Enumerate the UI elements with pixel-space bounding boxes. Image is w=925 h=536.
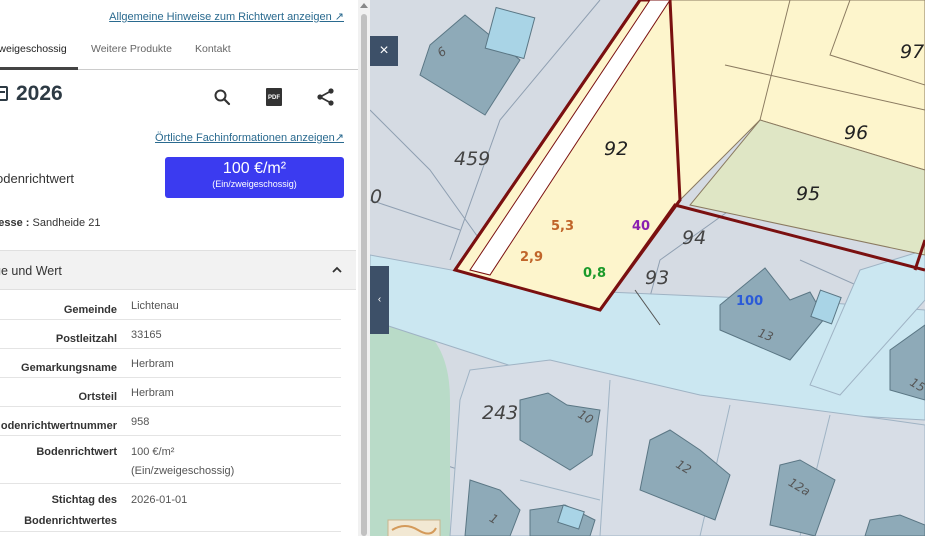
tab-kontakt[interactable]: Kontakt xyxy=(195,43,231,55)
brw-value-badge: 100 €/m² (Ein/zweigeschossig) xyxy=(165,157,344,198)
tab-zweigeschossig[interactable]: Zweigeschossig xyxy=(0,43,67,55)
section-header-lage-und-wert[interactable]: ge und Wert xyxy=(0,250,356,290)
table-row: Gemeinde Lichtenau xyxy=(0,291,341,320)
table-row: Bodenrichtwert 100 €/m² (Ein/zweigeschos… xyxy=(0,436,341,484)
parcel-label: 97 xyxy=(900,41,925,63)
row-key-line2: Bodenrichtwertes xyxy=(24,515,117,527)
row-key: Stichtag des Bodenrichtwertes xyxy=(24,490,117,532)
row-value: 33165 xyxy=(131,329,162,341)
address-label: resse : xyxy=(0,217,30,229)
tab-bar: Zweigeschossig Weitere Produkte Kontakt xyxy=(0,36,358,70)
brw-value: 100 €/m² xyxy=(222,160,287,177)
general-hints-link[interactable]: Allgemeine Hinweise zum Richtwert anzeig… xyxy=(109,10,344,23)
depth-value-label: 40 xyxy=(632,219,651,234)
parcel-label: 92 xyxy=(604,138,629,160)
map-view[interactable]: 97 96 92 95 459 94 93 243 6 0 13 10 12 1… xyxy=(370,0,925,536)
row-key: Gemarkungsname xyxy=(21,362,117,374)
pdf-button[interactable]: PDF xyxy=(263,86,285,108)
search-button[interactable] xyxy=(211,86,233,108)
brw-usage: (Ein/zweigeschossig) xyxy=(212,179,297,189)
brw-label: odenrichtwert xyxy=(0,171,75,186)
table-row: Stichtag des Bodenrichtwertes 2026-01-01 xyxy=(0,484,341,532)
sidebar-panel: Allgemeine Hinweise zum Richtwert anzeig… xyxy=(0,0,358,536)
row-value: Lichtenau xyxy=(131,300,179,312)
share-icon xyxy=(317,88,334,106)
parcel-label: 95 xyxy=(796,183,821,205)
year-heading: 2026 xyxy=(0,82,63,106)
row-key: Postleitzahl xyxy=(55,333,117,345)
pdf-icon: PDF xyxy=(266,88,282,106)
share-button[interactable] xyxy=(315,86,337,108)
row-key-line1: Stichtag des xyxy=(51,494,117,506)
chevron-up-icon xyxy=(332,266,342,273)
gfz-value-label: 5,3 xyxy=(551,219,575,234)
row-value: 958 xyxy=(131,416,150,428)
chevron-left-icon: ‹ xyxy=(377,294,382,305)
grz-value-label: 2,9 xyxy=(520,250,544,265)
scroll-thumb[interactable] xyxy=(361,14,367,536)
tab-weitere-produkte[interactable]: Weitere Produkte xyxy=(91,43,172,55)
attribute-table: Gemeinde Lichtenau Postleitzahl 33165 Ge… xyxy=(0,291,341,532)
parcel-label: 96 xyxy=(844,122,869,144)
sidebar-scrollbar[interactable] xyxy=(358,0,370,536)
brw-map-label: 100 xyxy=(736,294,764,309)
collapse-sidebar-button[interactable]: ‹ xyxy=(370,266,389,334)
row-key: Gemeinde xyxy=(63,304,117,316)
row-value: 100 €/m² (Ein/zweigeschossig) xyxy=(131,443,234,481)
svg-text:PDF: PDF xyxy=(268,95,280,101)
row-value-line2: (Ein/zweigeschossig) xyxy=(131,465,235,477)
scroll-up-arrow-icon[interactable] xyxy=(360,3,368,8)
parcel-label: 94 xyxy=(682,227,707,249)
row-key: Bodenrichtwert xyxy=(36,446,117,458)
address-line: resse : Sandheide 21 xyxy=(0,217,100,229)
address-value: Sandheide 21 xyxy=(32,217,101,229)
table-row: Ortsteil Herbram xyxy=(0,378,341,407)
ratio-value-label: 0,8 xyxy=(583,266,607,281)
row-value: Herbram xyxy=(131,358,174,370)
parcel-label: 93 xyxy=(645,267,670,289)
table-row: Gemarkungsname Herbram xyxy=(0,349,341,378)
active-tab-indicator xyxy=(0,67,78,70)
calendar-icon xyxy=(0,86,8,101)
parcel-label: 0 xyxy=(370,186,383,208)
row-value: 2026-01-01 xyxy=(131,494,188,506)
row-key: Ortsteil xyxy=(78,391,117,403)
table-row: odenrichtwertnummer 958 xyxy=(0,407,341,436)
parcel-label: 459 xyxy=(454,148,491,170)
search-icon xyxy=(214,89,231,106)
row-key: odenrichtwertnummer xyxy=(0,420,117,432)
row-value: Herbram xyxy=(131,387,174,399)
close-panel-button[interactable]: × xyxy=(370,36,398,66)
section-title: ge und Wert xyxy=(0,264,62,278)
year-value: 2026 xyxy=(16,82,63,105)
table-row: Postleitzahl 33165 xyxy=(0,320,341,349)
parcel-label: 243 xyxy=(482,402,519,424)
close-icon: × xyxy=(379,42,389,59)
row-value-line1: 100 €/m² xyxy=(131,446,175,458)
local-info-link[interactable]: Örtliche Fachinformationen anzeigen↗ xyxy=(155,131,344,144)
